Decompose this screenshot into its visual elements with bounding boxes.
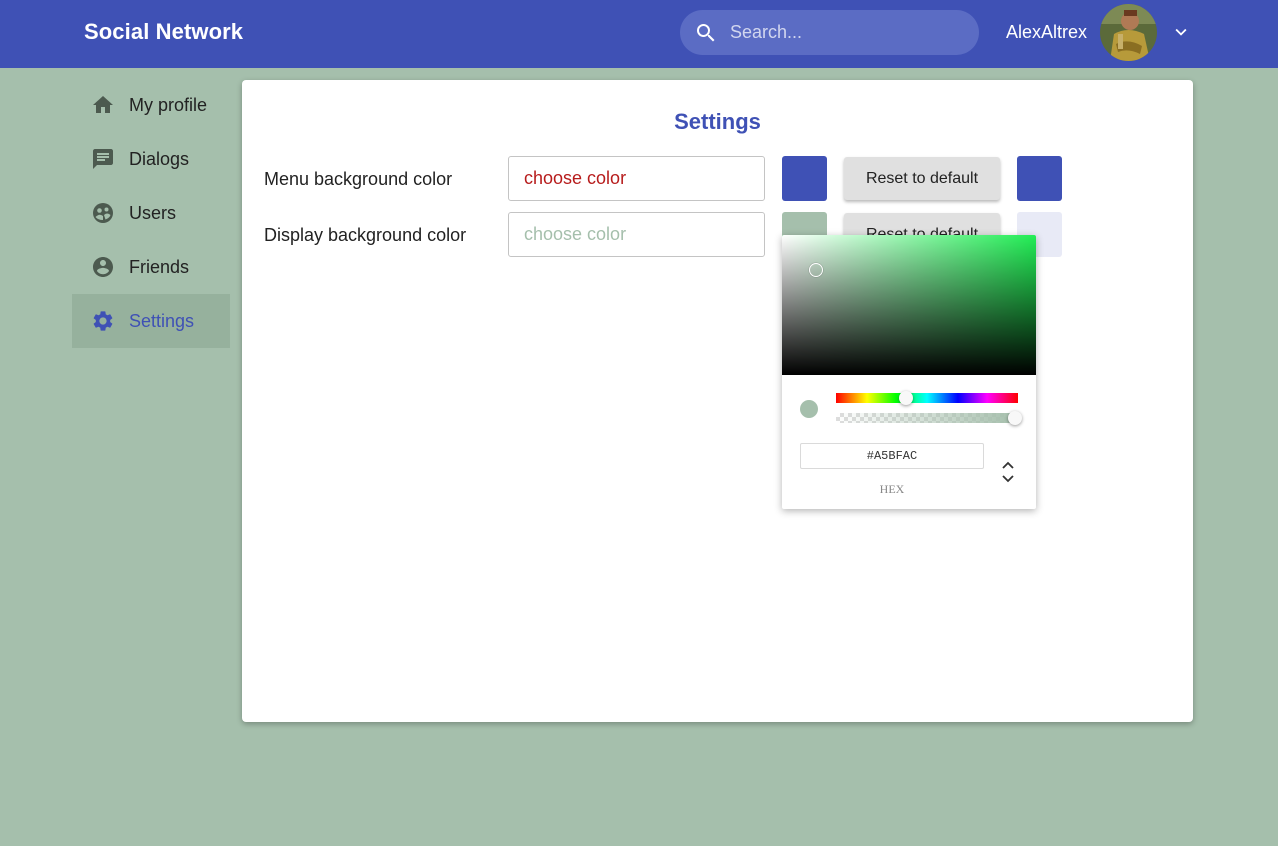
username-label[interactable]: AlexAltrex [1006, 22, 1087, 43]
menu-color-input[interactable] [508, 156, 765, 201]
hue-slider-handle[interactable] [899, 391, 913, 405]
sidebar-item-users[interactable]: Users [72, 186, 230, 240]
app-bar: Social Network AlexAltrex [0, 0, 1278, 68]
settings-panel: Settings Menu background color Reset to … [242, 80, 1193, 722]
account-circle-icon [93, 257, 113, 277]
color-picker: HEX [782, 235, 1036, 509]
alpha-slider[interactable] [836, 413, 1018, 423]
sidebar-item-settings[interactable]: Settings [72, 294, 230, 348]
hue-slider[interactable] [836, 393, 1018, 403]
hex-input[interactable] [800, 443, 984, 469]
menu-color-swatch[interactable] [782, 156, 827, 201]
chevron-down-icon[interactable] [1170, 21, 1192, 43]
home-icon [93, 96, 113, 113]
sidebar: My profile Dialogs Users Friends Setting… [72, 78, 230, 348]
message-icon [93, 149, 113, 169]
gear-icon [93, 311, 113, 331]
menu-default-swatch [1017, 156, 1062, 201]
menu-reset-button[interactable]: Reset to default [844, 157, 1000, 200]
sidebar-item-my-profile[interactable]: My profile [72, 78, 230, 132]
brand-title[interactable]: Social Network [84, 19, 243, 45]
sidebar-item-dialogs[interactable]: Dialogs [72, 132, 230, 186]
sidebar-item-label: My profile [129, 95, 208, 115]
sidebar-item-label: Friends [129, 257, 190, 277]
avatar[interactable] [1100, 4, 1157, 61]
search-icon [697, 24, 715, 42]
saturation-area[interactable] [782, 235, 1036, 375]
sidebar-item-label: Settings [129, 311, 195, 331]
sidebar-item-label: Users [129, 203, 177, 223]
sidebar-item-friends[interactable]: Friends [72, 240, 230, 294]
avatar-photo [1100, 4, 1157, 61]
saturation-handle[interactable] [809, 263, 823, 277]
search-box[interactable] [680, 10, 979, 55]
search-input[interactable] [730, 10, 965, 55]
unfold-arrows-icon[interactable] [1000, 459, 1016, 485]
display-color-label: Display background color [264, 225, 467, 245]
hex-mode-label: HEX [879, 482, 905, 496]
color-preview-dot [800, 400, 818, 418]
sidebar-item-label: Dialogs [129, 149, 190, 169]
alpha-slider-handle[interactable] [1008, 411, 1022, 425]
page-title: Settings [674, 109, 761, 134]
display-color-input[interactable] [508, 212, 765, 257]
menu-color-label: Menu background color [264, 169, 453, 189]
users-icon [93, 203, 113, 223]
